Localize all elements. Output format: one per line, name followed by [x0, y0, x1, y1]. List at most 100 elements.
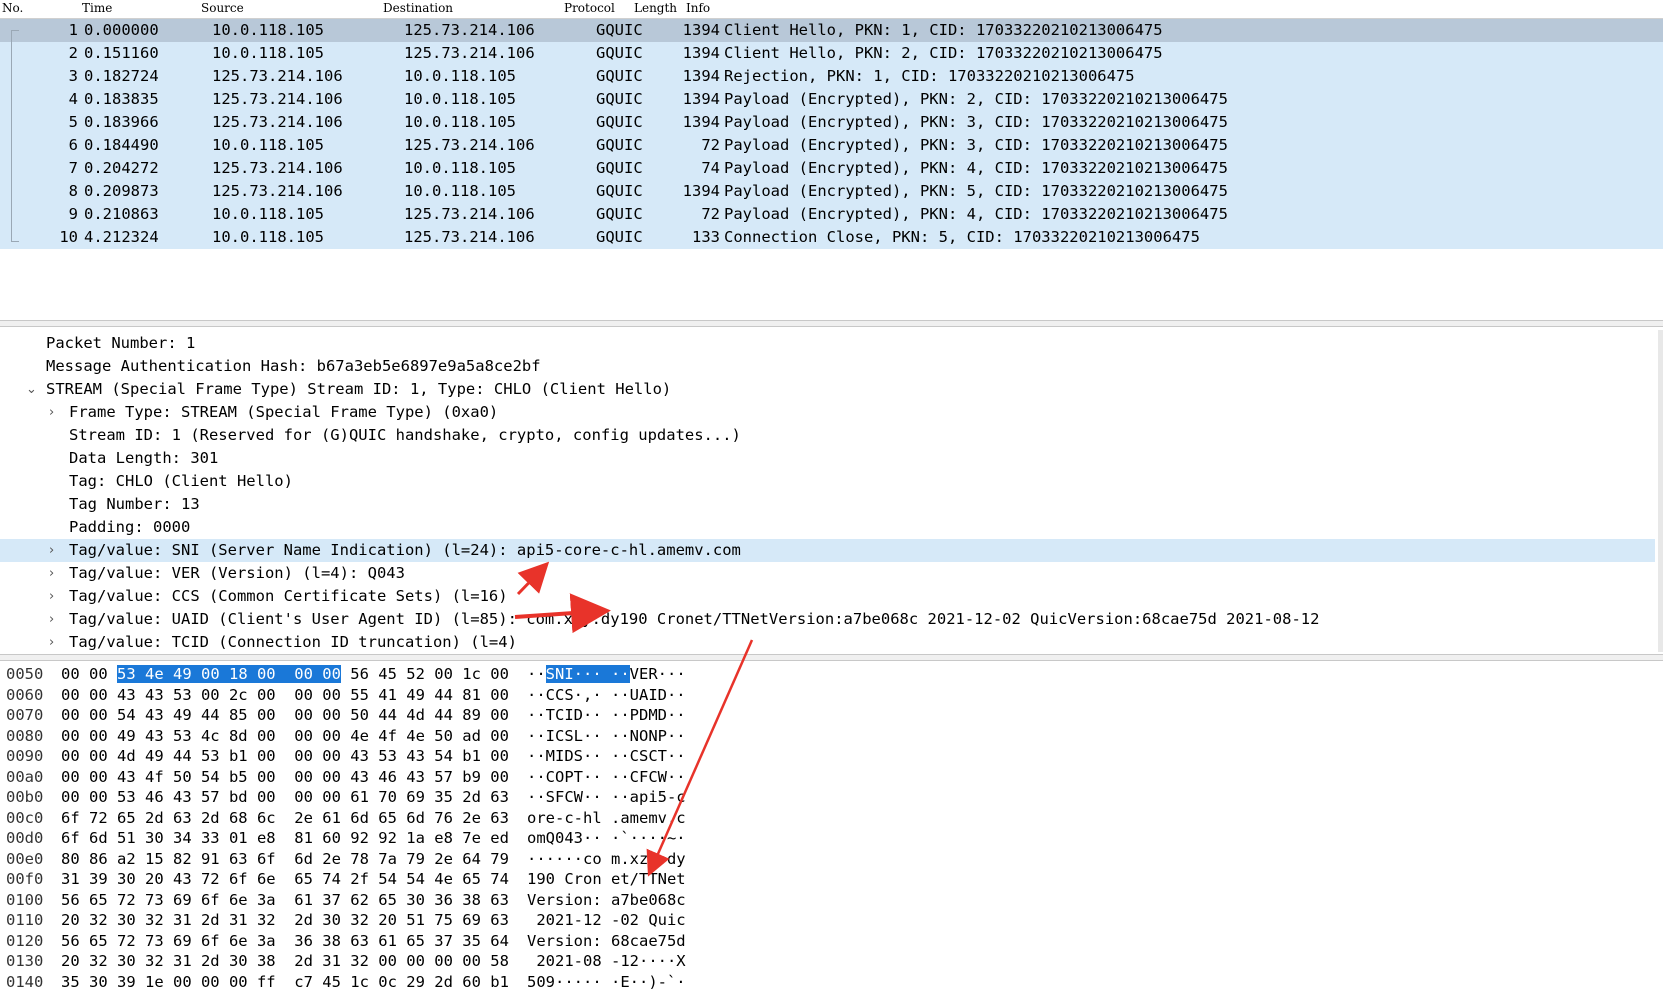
detail-tree-item-label: Data Length: 301	[69, 449, 219, 467]
detail-tree-item-label: Tag/value: UAID (Client's User Agent ID)…	[69, 610, 1320, 628]
hex-dump-row[interactable]: 0090 00 00 4d 49 44 53 b1 00 00 00 43 53 …	[0, 746, 1663, 767]
cell-info: Payload (Encrypted), PKN: 5, CID: 170332…	[724, 182, 1228, 200]
packet-row[interactable]: 7 0.204272 125.73.214.106 10.0.118.105 GQUIC…	[0, 157, 1663, 180]
col-header-time[interactable]: Time	[82, 1, 112, 15]
hex-dump-row[interactable]: 0120 56 65 72 73 69 6f 6e 3a 36 38 63 61 …	[0, 931, 1663, 952]
hex-offset: 00f0	[6, 870, 44, 888]
ascii-bytes-highlighted: SNI··· ··	[545, 665, 630, 683]
pane-splitter-1[interactable]	[0, 320, 1663, 327]
detail-tree-item[interactable]: Padding: 0000	[0, 516, 1655, 539]
detail-tree-item-label: Padding: 0000	[69, 518, 191, 536]
chevron-right-icon[interactable]: ›	[49, 562, 54, 585]
hex-dump-row[interactable]: 0050 00 00 53 4e 49 00 18 00 00 00 56 45 …	[0, 664, 1663, 685]
detail-tree-item[interactable]: › Tag/value: CCS (Common Certificate Sets…	[0, 585, 1655, 608]
cell-time: 0.209873	[84, 182, 159, 200]
hex-bytes: 00 00 54 43 49 44 85 00 00 00 50 44 4d 4…	[61, 705, 509, 726]
chevron-right-icon[interactable]: ›	[49, 585, 54, 608]
packet-row[interactable]: 8 0.209873 125.73.214.106 10.0.118.105 GQUIC…	[0, 180, 1663, 203]
hex-dump-row[interactable]: 00e0 80 86 a2 15 82 91 63 6f 6d 2e 78 7a …	[0, 849, 1663, 870]
hex-offset: 00a0	[6, 767, 44, 786]
col-header-protocol[interactable]: Protocol	[564, 1, 615, 15]
ascii-bytes: ore-c-hl .amemv.c	[527, 808, 686, 829]
packet-row[interactable]: 6 0.184490 10.0.118.105 125.73.214.106 GQUIC…	[0, 134, 1663, 157]
ascii-bytes: Version: 68cae75d	[527, 931, 686, 952]
detail-tree-item[interactable]: ⌄ STREAM (Special Frame Type) Stream ID: …	[0, 378, 1655, 401]
cell-protocol: GQUIC	[596, 182, 643, 200]
detail-tree-item[interactable]: Tag Number: 13	[0, 493, 1655, 516]
cell-protocol: GQUIC	[596, 67, 643, 85]
cell-length: 1394	[682, 67, 720, 85]
cell-info: Client Hello, PKN: 1, CID: 1703322021021…	[724, 21, 1163, 39]
hex-offset: 0130	[6, 952, 44, 970]
detail-tree-item[interactable]: Data Length: 301	[0, 447, 1655, 470]
details-scrollbar[interactable]	[1658, 330, 1663, 652]
hex-dump-row[interactable]: 00d0 6f 6d 51 30 34 33 01 e8 81 60 92 92 …	[0, 828, 1663, 849]
detail-tree-item[interactable]: Message Authentication Hash: b67a3eb5e68…	[0, 355, 1655, 378]
packet-row[interactable]: 2 0.151160 10.0.118.105 125.73.214.106 GQUIC…	[0, 42, 1663, 65]
cell-length: 1394	[682, 182, 720, 200]
ascii-bytes-segment: ··	[527, 665, 546, 683]
ascii-bytes: Version: a7be068c	[527, 890, 686, 911]
ascii-bytes-segment: ··ICSL·· ··NONP··	[527, 726, 686, 745]
packet-row[interactable]: 10 4.212324 10.0.118.105 125.73.214.106 GQUI…	[0, 226, 1663, 249]
detail-tree-item[interactable]: Packet Number: 1	[0, 332, 1655, 355]
packet-details-pane[interactable]: Packet Number: 1 Message Authentication H…	[0, 330, 1663, 655]
detail-tree-item[interactable]: Stream ID: 1 (Reserved for (G)QUIC hands…	[0, 424, 1655, 447]
ascii-bytes-segment: ··CCS·,· ··UAID··	[527, 685, 686, 704]
cell-protocol: GQUIC	[596, 90, 643, 108]
col-header-length[interactable]: Length	[634, 1, 677, 15]
ascii-bytes: 2021-08 -12····X	[527, 951, 686, 972]
hex-dump-row[interactable]: 00f0 31 39 30 20 43 72 6f 6e 65 74 2f 54 …	[0, 869, 1663, 890]
detail-tree-item[interactable]: › Tag/value: TCID (Connection ID truncati…	[0, 631, 1655, 654]
detail-tree-item-label: Message Authentication Hash: b67a3eb5e68…	[46, 357, 541, 375]
hex-dump-row[interactable]: 0070 00 00 54 43 49 44 85 00 00 00 50 44 …	[0, 705, 1663, 726]
hex-bytes: 56 65 72 73 69 6f 6e 3a 61 37 62 65 30 3…	[61, 890, 509, 911]
packet-list-pane[interactable]: No. Time Source Destination Protocol Len…	[0, 0, 1663, 322]
cell-info: Rejection, PKN: 1, CID: 1703322021021300…	[724, 67, 1135, 85]
packet-row[interactable]: 1 0.000000 10.0.118.105 125.73.214.106 GQUIC…	[0, 19, 1663, 42]
ascii-bytes-segment: 2021-08 -12····X	[527, 952, 686, 970]
packet-row[interactable]: 4 0.183835 125.73.214.106 10.0.118.105 GQUIC…	[0, 88, 1663, 111]
detail-tree-item-label: Tag/value: VER (Version) (l=4): Q043	[69, 564, 405, 582]
hex-offset: 00e0	[6, 849, 44, 868]
detail-tree-item[interactable]: Tag: CHLO (Client Hello)	[0, 470, 1655, 493]
hex-dump-row[interactable]: 0110 20 32 30 32 31 2d 31 32 2d 30 32 20 …	[0, 910, 1663, 931]
col-header-info[interactable]: Info	[686, 1, 710, 15]
hex-dump-row[interactable]: 0140 35 30 39 1e 00 00 00 ff c7 45 1c 0c …	[0, 972, 1663, 993]
chevron-right-icon[interactable]: ›	[49, 631, 54, 654]
hex-bytes-segment: 80 86 a2 15 82 91 63 6f 6d 2e 78 7a 79 2…	[61, 849, 509, 868]
cell-destination: 10.0.118.105	[404, 159, 516, 177]
hex-dump-row[interactable]: 0100 56 65 72 73 69 6f 6e 3a 61 37 62 65 …	[0, 890, 1663, 911]
cell-source: 10.0.118.105	[212, 44, 324, 62]
cell-time: 0.183966	[84, 113, 159, 131]
packet-bytes-pane[interactable]: 0050 00 00 53 4e 49 00 18 00 00 00 56 45 …	[0, 662, 1663, 998]
hex-dump-row[interactable]: 0080 00 00 49 43 53 4c 8d 00 00 00 4e 4f …	[0, 726, 1663, 747]
ascii-bytes: ··MIDS·· ··CSCT··	[527, 746, 686, 767]
detail-tree-item[interactable]: › Tag/value: SNI (Server Name Indication)…	[0, 539, 1655, 562]
chevron-right-icon[interactable]: ›	[49, 608, 54, 631]
hex-dump-row[interactable]: 0060 00 00 43 43 53 00 2c 00 00 00 55 41 …	[0, 685, 1663, 706]
detail-tree-item-label: Tag: CHLO (Client Hello)	[69, 472, 293, 490]
detail-tree-item[interactable]: › Frame Type: STREAM (Special Frame Type)…	[0, 401, 1655, 424]
packet-row[interactable]: 3 0.182724 125.73.214.106 10.0.118.105 GQUIC…	[0, 65, 1663, 88]
col-header-source[interactable]: Source	[201, 1, 244, 15]
chevron-down-icon[interactable]: ⌄	[26, 378, 37, 401]
hex-dump-row[interactable]: 00b0 00 00 53 46 43 57 bd 00 00 00 61 70 …	[0, 787, 1663, 808]
hex-bytes-segment: 20 32 30 32 31 2d 31 32 2d 30 32 20 51 7…	[61, 911, 509, 929]
packet-row[interactable]: 9 0.210863 10.0.118.105 125.73.214.106 GQUIC…	[0, 203, 1663, 226]
col-header-destination[interactable]: Destination	[383, 1, 453, 15]
pane-splitter-2[interactable]	[0, 654, 1663, 661]
chevron-right-icon[interactable]: ›	[49, 401, 54, 424]
chevron-right-icon[interactable]: ›	[49, 539, 54, 562]
cell-no: 6	[68, 136, 78, 154]
packet-row[interactable]: 5 0.183966 125.73.214.106 10.0.118.105 GQUIC…	[0, 111, 1663, 134]
cell-protocol: GQUIC	[596, 159, 643, 177]
ascii-bytes-segment: ore-c-hl .amemv.c	[527, 808, 686, 827]
hex-bytes: 35 30 39 1e 00 00 00 ff c7 45 1c 0c 29 2…	[61, 972, 509, 993]
hex-dump-row[interactable]: 00c0 6f 72 65 2d 63 2d 68 6c 2e 61 6d 65 …	[0, 808, 1663, 829]
detail-tree-item[interactable]: › Tag/value: VER (Version) (l=4): Q043	[0, 562, 1655, 585]
detail-tree-item[interactable]: › Tag/value: UAID (Client's User Agent ID…	[0, 608, 1655, 631]
col-header-no[interactable]: No.	[2, 1, 23, 15]
hex-dump-row[interactable]: 0130 20 32 30 32 31 2d 30 38 2d 31 32 00 …	[0, 951, 1663, 972]
hex-dump-row[interactable]: 00a0 00 00 43 4f 50 54 b5 00 00 00 43 46 …	[0, 767, 1663, 788]
